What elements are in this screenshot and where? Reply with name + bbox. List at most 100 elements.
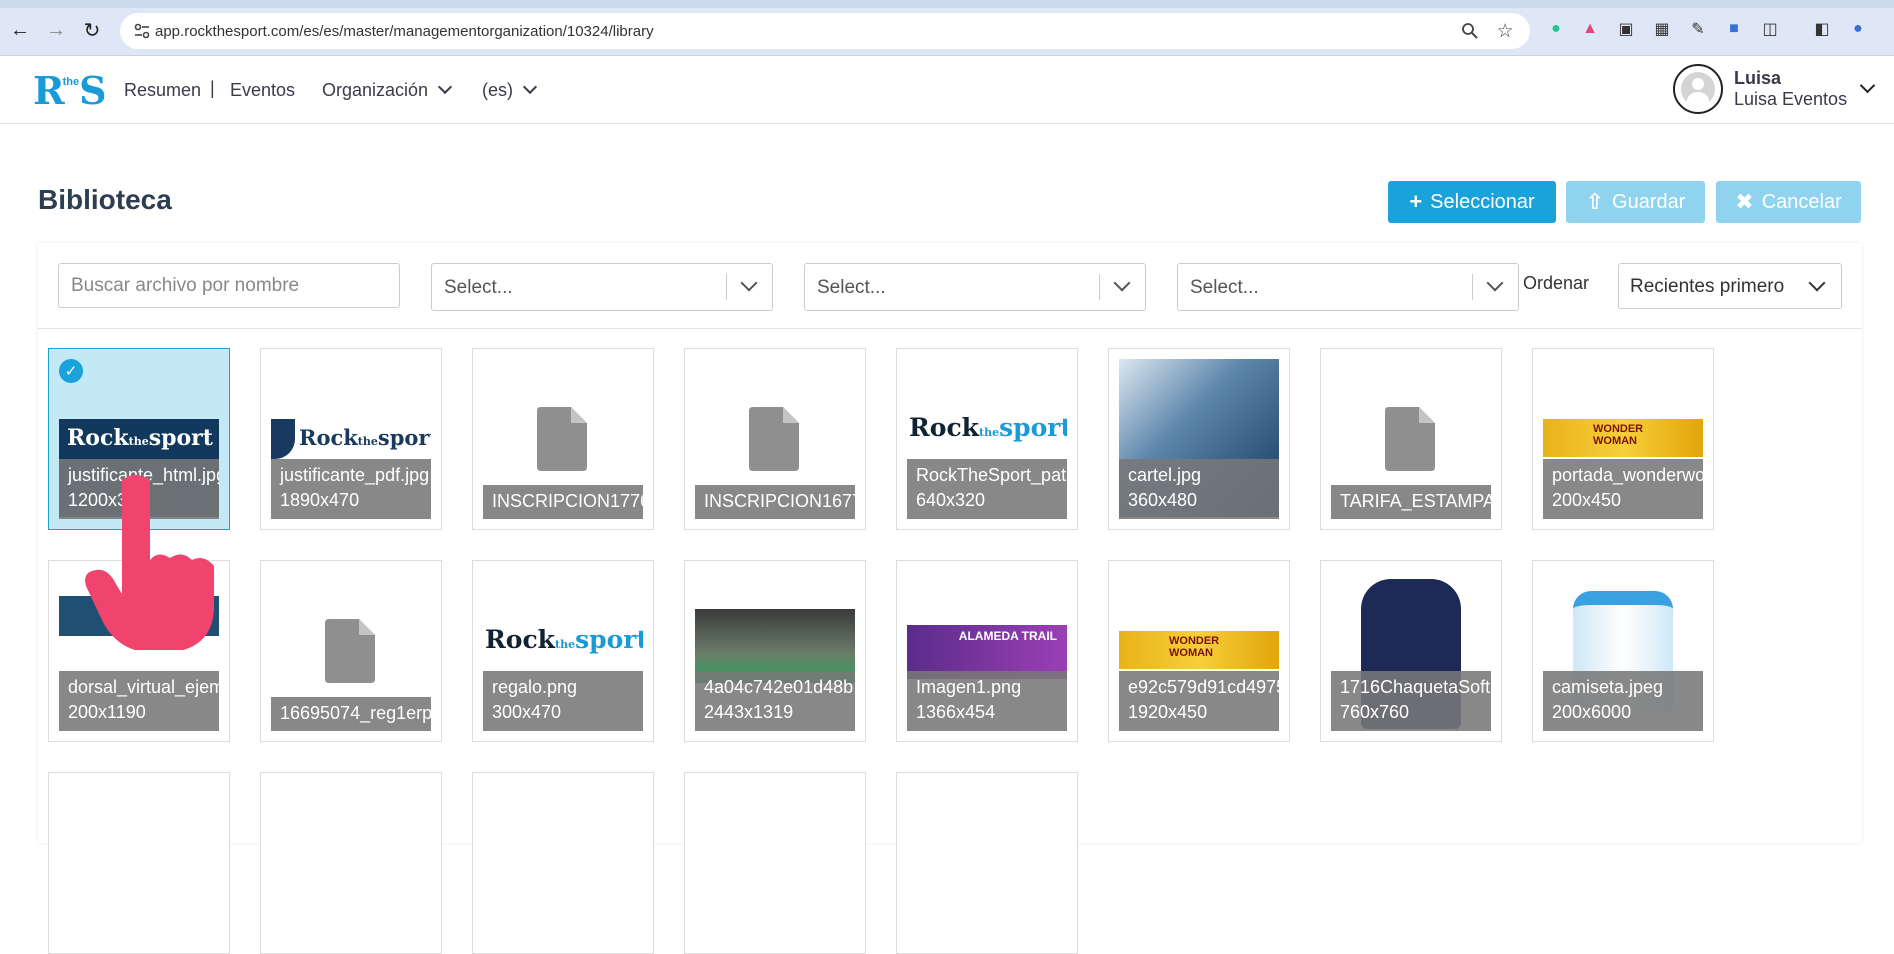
page-title: Biblioteca [38, 184, 172, 215]
nav-organizacion-label: Organización [322, 80, 429, 100]
file-tile[interactable]: Rockthesportjustificante_pdf.jpg1890x470 [260, 348, 442, 530]
extension-blue-icon[interactable]: ■ [1722, 17, 1746, 41]
user-menu-chevron-icon[interactable] [1859, 77, 1876, 94]
file-name: dorsal_virtual_ejem [68, 677, 219, 697]
extension-pink-icon[interactable]: ▲ [1578, 17, 1602, 41]
file-tile[interactable] [896, 772, 1078, 954]
file-dimensions: 1366x454 [916, 702, 996, 722]
file-tile[interactable]: Rockthesport regalo.png 300x470 [472, 560, 654, 742]
checkmark-icon: ✓ [59, 359, 83, 383]
file-caption: INSCRIPCION1677 [695, 485, 855, 519]
file-tile[interactable]: 1716ChaquetaSofts 760x760 [1320, 560, 1502, 742]
logo-letter-s: S [79, 68, 106, 113]
file-tile[interactable] [472, 772, 654, 954]
file-caption: justificante_pdf.jpg 1890x470 [271, 459, 431, 519]
file-tile[interactable] [684, 772, 866, 954]
file-tile[interactable]: TARIFA_ESTAMPAC [1320, 348, 1502, 530]
file-name: INSCRIPCION1677 [704, 491, 855, 511]
extension-green-icon[interactable]: ● [1544, 17, 1568, 41]
profile-icon[interactable]: ● [1846, 17, 1870, 41]
sort-select[interactable]: Recientes primero [1618, 263, 1842, 309]
file-caption: 16695074_reg1erp [271, 697, 431, 731]
cancel-button[interactable]: ✖ Cancelar [1716, 181, 1861, 223]
file-caption: regalo.png 300x470 [483, 671, 643, 731]
file-name: 4a04c742e01d48b [704, 677, 854, 697]
address-bar[interactable]: app.rockthesport.com/es/es/master/manage… [120, 13, 1530, 49]
file-dimensions: 1920x450 [1128, 702, 1208, 722]
save-button[interactable]: ⇧ Guardar [1566, 181, 1705, 223]
nav-organizacion[interactable]: Organización [322, 79, 453, 101]
file-tile[interactable]: cartel.jpg 360x480 [1108, 348, 1290, 530]
forward-icon[interactable]: → [44, 18, 68, 42]
bookmark-star-icon[interactable]: ☆ [1495, 21, 1515, 42]
filter-select-1[interactable]: Select... [431, 263, 773, 311]
file-dimensions: 300x470 [492, 702, 562, 722]
file-dimensions: 1890x470 [280, 490, 360, 510]
search-input[interactable] [58, 263, 400, 308]
user-name[interactable]: Luisa [1734, 68, 1781, 89]
file-name: portada_wonderwo [1552, 465, 1703, 485]
file-caption: INSCRIPCION1776 [483, 485, 643, 519]
file-caption: cartel.jpg 360x480 [1119, 459, 1279, 519]
file-name: Imagen1.png [916, 677, 1022, 697]
zoom-icon[interactable] [1460, 21, 1480, 41]
file-tile[interactable]: WONDER WOMAN portada_wonderwo 200x450 [1532, 348, 1714, 530]
file-icon [537, 407, 587, 471]
file-tile[interactable]: ALAMEDA TRAIL Imagen1.png 1366x454 [896, 560, 1078, 742]
select-divider [726, 274, 727, 300]
file-tile[interactable]: Rockthesport RockTheSport_patr 640x320 [896, 348, 1078, 530]
file-tile[interactable] [48, 772, 230, 954]
file-name: INSCRIPCION1776 [492, 491, 643, 511]
site-info-icon[interactable] [132, 21, 152, 41]
browser-toolbar: ← → ↻ app.rockthesport.com/es/es/master/… [0, 0, 1894, 56]
reload-icon[interactable]: ↻ [80, 18, 104, 42]
file-caption: RockTheSport_patr 640x320 [907, 459, 1067, 519]
select-divider [1099, 274, 1100, 300]
url-text[interactable]: app.rockthesport.com/es/es/master/manage… [155, 23, 654, 40]
nav-eventos[interactable]: Eventos [230, 80, 295, 101]
file-caption: dorsal_virtual_ejem 200x1190 [59, 671, 219, 731]
rockthesport-logo[interactable]: RtheS [33, 68, 107, 113]
filter-select-3-value: Select... [1190, 277, 1259, 298]
file-tile[interactable]: 4a04c742e01d48b 2443x1319 [684, 560, 866, 742]
filter-bar: Select... Select... Select... Ordenar Re… [38, 243, 1862, 329]
filter-select-3[interactable]: Select... [1177, 263, 1519, 311]
screenshot-icon[interactable]: ▣ [1614, 17, 1638, 41]
file-icon [749, 407, 799, 471]
file-dimensions: 2443x1319 [704, 702, 794, 722]
logo-letter-r: R [33, 68, 65, 113]
file-icon [1385, 407, 1435, 471]
file-tile[interactable]: camiseta.jpeg 200x6000 [1532, 560, 1714, 742]
file-tile[interactable] [260, 772, 442, 954]
file-tile[interactable]: WONDER WOMAN e92c579d91cd4975 1920x450 [1108, 560, 1290, 742]
filter-select-2[interactable]: Select... [804, 263, 1146, 311]
file-tile[interactable]: INSCRIPCION1677 [684, 348, 866, 530]
file-dimensions: 760x760 [1340, 702, 1410, 722]
file-dimensions: 200x450 [1552, 490, 1622, 510]
logo-small-text: the [62, 76, 80, 88]
nav-resumen[interactable]: Resumen [124, 80, 201, 101]
side-panel-icon[interactable]: ◧ [1810, 17, 1834, 41]
file-icon [325, 619, 375, 683]
file-caption: TARIFA_ESTAMPAC [1331, 485, 1491, 519]
file-name: cartel.jpg [1128, 465, 1202, 485]
filter-select-2-value: Select... [817, 277, 886, 298]
avatar[interactable] [1673, 64, 1723, 114]
qr-icon[interactable]: ▦ [1650, 17, 1674, 41]
select-button-label: Seleccionar [1430, 190, 1535, 213]
extensions-puzzle-icon[interactable]: ◫ [1758, 17, 1782, 41]
select-button[interactable]: + Seleccionar [1388, 181, 1556, 223]
plus-icon: + [1409, 189, 1423, 214]
file-tile[interactable]: 16695074_reg1erp [260, 560, 442, 742]
file-dimensions: 360x480 [1128, 490, 1198, 510]
file-tile[interactable]: INSCRIPCION1776 [472, 348, 654, 530]
file-caption: 1716ChaquetaSofts 760x760 [1331, 671, 1491, 731]
file-name: camiseta.jpeg [1552, 677, 1664, 697]
file-caption: 4a04c742e01d48b 2443x1319 [695, 671, 855, 731]
back-icon[interactable]: ← [8, 18, 32, 42]
eyedropper-icon[interactable]: ✎ [1686, 17, 1710, 41]
nav-language[interactable]: (es) [482, 79, 538, 101]
user-organization[interactable]: Luisa Eventos [1734, 89, 1847, 110]
select-divider [1472, 274, 1473, 300]
file-name: TARIFA_ESTAMPAC [1340, 491, 1491, 511]
